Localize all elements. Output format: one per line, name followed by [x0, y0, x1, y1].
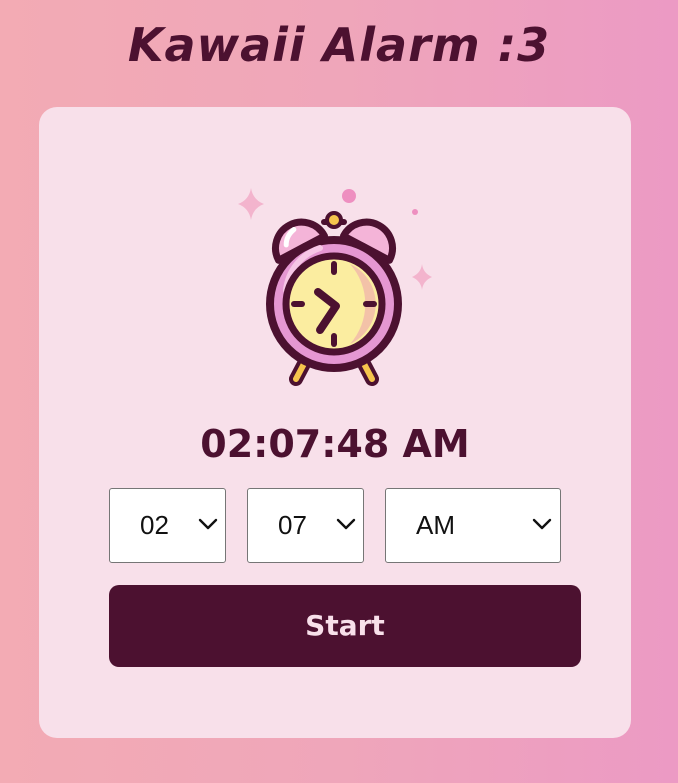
- alarm-clock-icon: [224, 180, 456, 390]
- chevron-down-icon: [532, 518, 552, 530]
- chevron-down-icon: [336, 518, 356, 530]
- period-select[interactable]: AM: [385, 488, 561, 563]
- app-title: Kawaii Alarm :3: [127, 18, 551, 72]
- chevron-down-icon: [198, 518, 218, 530]
- current-time-display: 02:07:48 AM: [200, 422, 470, 466]
- minute-select-value: 07: [278, 510, 307, 540]
- start-button[interactable]: Start: [109, 585, 581, 667]
- hour-select-value: 02: [140, 510, 169, 540]
- period-select-value: AM: [416, 510, 455, 540]
- minute-select[interactable]: 07: [247, 488, 364, 563]
- hour-select[interactable]: 02: [109, 488, 226, 563]
